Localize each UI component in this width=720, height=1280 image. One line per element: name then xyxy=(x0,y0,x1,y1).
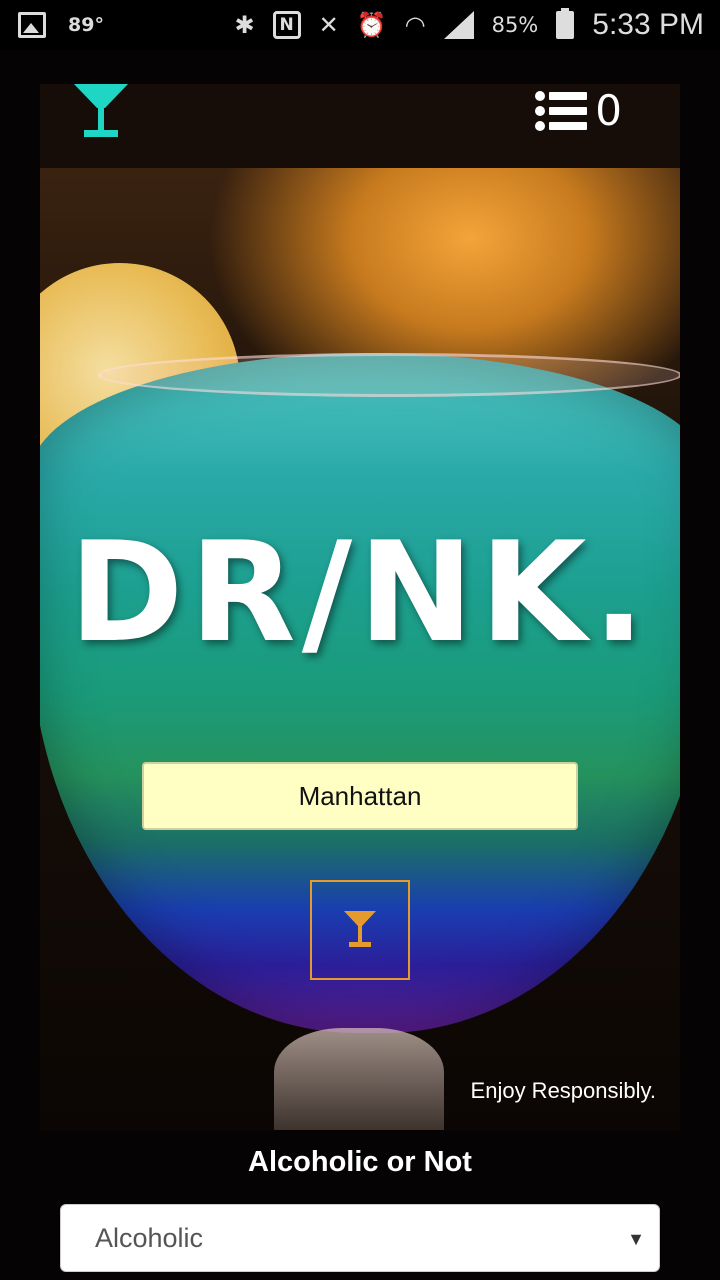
battery-icon xyxy=(556,8,575,39)
wifi-icon: ◠ xyxy=(404,11,426,39)
navbar: 0 xyxy=(40,84,680,168)
app-container: 0 DR/NK. Enjoy Responsibly. xyxy=(40,84,680,1130)
gallery-icon xyxy=(18,12,46,38)
filter-section: Alcoholic or Not xyxy=(0,1146,720,1179)
alarm-icon: ⏰ xyxy=(356,11,387,39)
tagline: Enjoy Responsibly. xyxy=(470,1078,656,1103)
app-logo: DR/NK. xyxy=(68,512,652,673)
chevron-down-icon: ▼ xyxy=(627,1229,645,1249)
martini-glass-icon[interactable] xyxy=(72,84,130,140)
list-icon xyxy=(535,90,588,131)
list-button[interactable]: 0 xyxy=(535,86,622,135)
status-bar: 89° ✱ N ✕ ⏰ ◠ 85% 5:33 PM xyxy=(0,0,720,50)
glass-stem-image xyxy=(274,1028,444,1130)
nfc-icon: N xyxy=(272,11,301,39)
bluetooth-icon: ✱ xyxy=(234,11,255,39)
clock: 5:33 PM xyxy=(592,8,704,41)
list-count: 0 xyxy=(595,86,622,135)
filter-label: Alcoholic or Not xyxy=(248,1146,472,1178)
search-button[interactable] xyxy=(310,880,410,980)
temperature-text: 89° xyxy=(68,14,104,36)
hero-section: DR/NK. Enjoy Responsibly. xyxy=(40,168,680,1130)
martini-glass-icon xyxy=(344,911,376,947)
signal-icon xyxy=(443,11,474,39)
alcoholic-select[interactable]: Alcoholic ▼ xyxy=(60,1204,660,1272)
mute-icon: ✕ xyxy=(318,11,339,39)
battery-percent: 85% xyxy=(491,13,539,37)
select-value: Alcoholic xyxy=(95,1222,204,1253)
glass-rim-image xyxy=(98,353,680,397)
drink-search-input[interactable] xyxy=(142,762,578,830)
